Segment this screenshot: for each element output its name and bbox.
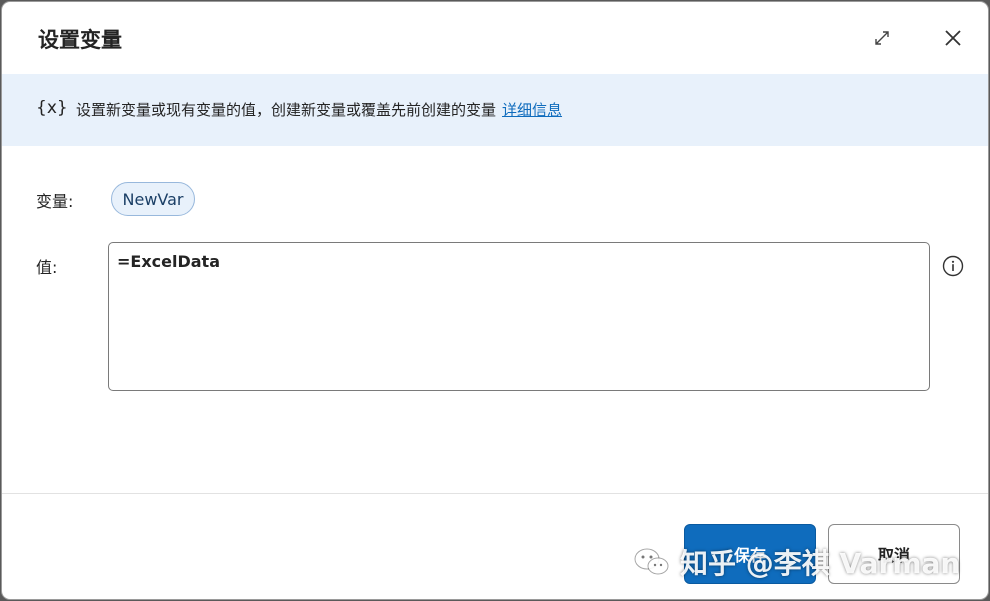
variable-label: 变量: — [36, 192, 74, 211]
info-banner: {x} 设置新变量或现有变量的值，创建新变量或覆盖先前创建的变量 详细信息 — [2, 74, 988, 146]
info-icon — [942, 255, 964, 277]
footer-divider — [2, 493, 988, 494]
value-input[interactable]: =ExcelData — [108, 242, 930, 391]
close-button[interactable] — [941, 26, 965, 50]
dialog-title: 设置变量 — [38, 28, 122, 52]
value-help-button[interactable] — [942, 255, 964, 277]
cancel-button[interactable]: 取消 — [828, 524, 960, 584]
close-icon — [945, 30, 961, 46]
banner-description: 设置新变量或现有变量的值，创建新变量或覆盖先前创建的变量 详细信息 — [76, 99, 562, 120]
variable-name-chip[interactable]: NewVar — [111, 182, 195, 216]
set-variable-dialog: 设置变量 {x} 设置新变量或现有变量的值，创建新变量或覆盖先前创建的变量 详细信… — [2, 2, 988, 599]
variable-icon: {x} — [36, 98, 68, 118]
value-label: 值: — [36, 258, 58, 277]
learn-more-link[interactable]: 详细信息 — [502, 101, 562, 119]
expand-button[interactable] — [870, 26, 894, 50]
banner-text: 设置新变量或现有变量的值，创建新变量或覆盖先前创建的变量 — [76, 101, 497, 119]
save-button[interactable]: 保存 — [684, 524, 816, 584]
wechat-logo-icon — [634, 548, 669, 575]
expand-icon — [875, 31, 889, 45]
